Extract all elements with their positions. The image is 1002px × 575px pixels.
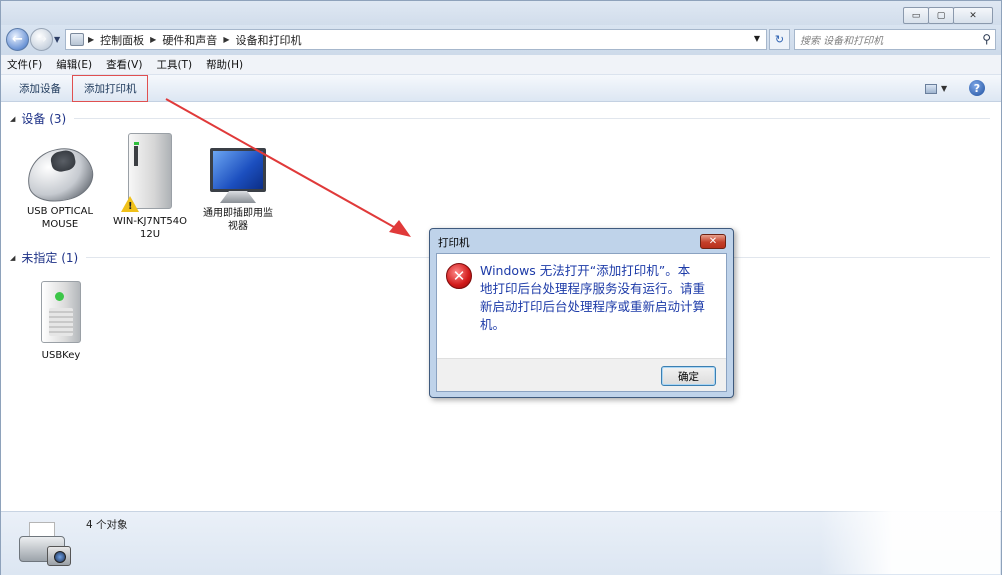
dialog-message-line: 地打印后台处理程序服务没有运行。请重	[480, 281, 706, 296]
monitor-stand	[220, 191, 256, 203]
address-dropdown-icon[interactable]: ▼	[754, 34, 760, 43]
search-placeholder: 搜索 设备和打印机	[800, 36, 884, 47]
collapse-triangle-icon[interactable]: ◢	[10, 115, 15, 123]
minimize-button[interactable]: ▭	[903, 7, 929, 24]
control-panel-icon	[70, 33, 84, 46]
close-button[interactable]: ✕	[953, 7, 993, 24]
annotation-arrow-head	[389, 220, 411, 237]
breadcrumb-hardware-sound[interactable]: 硬件和声音	[162, 32, 217, 48]
error-icon: ✕	[446, 263, 472, 289]
corner-fade	[820, 508, 1000, 574]
device-label: 通用即插即用监	[203, 208, 273, 219]
menu-tools[interactable]: 工具(T)	[156, 57, 192, 72]
maximize-button[interactable]: ▢	[928, 7, 954, 24]
menu-bar: 文件(F) 编辑(E) 查看(V) 工具(T) 帮助(H)	[1, 55, 1001, 75]
device-item-usbkey[interactable]: USBKey	[27, 281, 95, 362]
forward-button[interactable]: →	[30, 28, 53, 51]
breadcrumb-separator-icon[interactable]: ▶	[150, 35, 156, 44]
dialog-title: 打印机	[438, 237, 470, 249]
dialog-message-line: Windows 无法打开“添加打印机”。本	[480, 263, 691, 278]
device-label: 12U	[139, 229, 161, 240]
view-icon	[925, 83, 937, 94]
breadcrumb-control-panel[interactable]: 控制面板	[100, 32, 144, 48]
history-dropdown-icon[interactable]: ▼	[54, 35, 60, 44]
group-label: 未指定 (1)	[21, 251, 79, 265]
item-count: 4 个对象	[86, 519, 128, 531]
dialog-message: Windows 无法打开“添加打印机”。本 地打印后台处理程序服务没有运行。请重…	[480, 262, 722, 334]
device-label: USBKey	[41, 350, 81, 361]
device-label: 视器	[228, 221, 248, 232]
menu-help[interactable]: 帮助(H)	[206, 57, 243, 72]
back-button[interactable]: ←	[6, 28, 29, 51]
collapse-triangle-icon[interactable]: ◢	[10, 254, 15, 262]
device-item-monitor[interactable]: 通用即插即用监 视器	[197, 148, 279, 233]
menu-edit[interactable]: 编辑(E)	[56, 57, 92, 72]
address-row: ← → ▼ ▶ 控制面板 ▶ 硬件和声音 ▶ 设备和打印机 ▼ ↻ 搜索 设备和…	[1, 25, 1001, 55]
search-icon[interactable]: ⚲	[982, 32, 991, 46]
printer-camera-icon	[19, 520, 73, 568]
computer-tower-icon: !	[121, 133, 172, 212]
camera-icon	[47, 546, 71, 566]
breadcrumb-separator-icon[interactable]: ▶	[223, 35, 229, 44]
help-icon[interactable]: ?	[969, 80, 985, 96]
mouse-icon	[22, 142, 98, 208]
printer-error-dialog: 打印机 ✕ ✕ Windows 无法打开“添加打印机”。本 地打印后台处理程序服…	[429, 228, 734, 398]
device-label: MOUSE	[41, 219, 79, 230]
dialog-message-line: 新启动打印后台处理程序或重新启动计算	[480, 299, 706, 314]
address-bar[interactable]: ▶ 控制面板 ▶ 硬件和声音 ▶ 设备和打印机 ▼	[65, 29, 767, 50]
forward-arrow-icon: →	[36, 32, 47, 47]
device-label: WIN-KJ7NT54O	[113, 216, 187, 227]
menu-file[interactable]: 文件(F)	[7, 57, 42, 72]
add-printer-button[interactable]: 添加打印机	[72, 75, 148, 102]
dialog-content: ✕ Windows 无法打开“添加打印机”。本 地打印后台处理程序服务没有运行。…	[437, 254, 726, 358]
breadcrumb-separator-icon[interactable]: ▶	[88, 35, 94, 44]
dialog-footer: 确定	[437, 358, 726, 391]
search-input[interactable]: 搜索 设备和打印机 ⚲	[794, 29, 996, 50]
dialog-message-line: 机。	[480, 317, 506, 332]
refresh-icon: ↻	[774, 33, 785, 46]
group-label: 设备 (3)	[21, 112, 67, 126]
refresh-button[interactable]: ↻	[769, 29, 790, 50]
chevron-down-icon: ▼	[941, 84, 948, 93]
usbkey-icon	[41, 281, 81, 343]
menu-view[interactable]: 查看(V)	[106, 57, 142, 72]
back-arrow-icon: ←	[12, 32, 23, 47]
breadcrumb-devices-printers[interactable]: 设备和打印机	[235, 32, 301, 48]
device-item-usb-mouse[interactable]: USB OPTICAL MOUSE	[19, 142, 101, 231]
dialog-close-button[interactable]: ✕	[700, 234, 726, 249]
command-bar: 添加设备 添加打印机 ▼ ?	[1, 75, 1001, 102]
group-header-devices[interactable]: ◢ 设备 (3)	[10, 110, 990, 127]
device-label: USB OPTICAL	[26, 206, 94, 217]
monitor-icon	[210, 148, 266, 192]
devices-and-printers-window: ▭ ▢ ✕ ← → ▼ ▶ 控制面板 ▶ 硬件和声音 ▶ 设备和打印机 ▼ ↻ …	[0, 0, 1002, 575]
details-pane: 4 个对象	[1, 508, 1001, 575]
warning-icon: !	[121, 196, 139, 212]
divider	[74, 118, 990, 119]
add-device-button[interactable]: 添加设备	[19, 81, 61, 96]
ok-button[interactable]: 确定	[661, 366, 716, 386]
dialog-body: ✕ Windows 无法打开“添加打印机”。本 地打印后台处理程序服务没有运行。…	[436, 253, 727, 392]
device-item-computer[interactable]: ! WIN-KJ7NT54O 12U	[105, 133, 195, 241]
change-view-button[interactable]: ▼	[925, 82, 949, 95]
window-controls: ▭ ▢ ✕	[903, 7, 993, 24]
